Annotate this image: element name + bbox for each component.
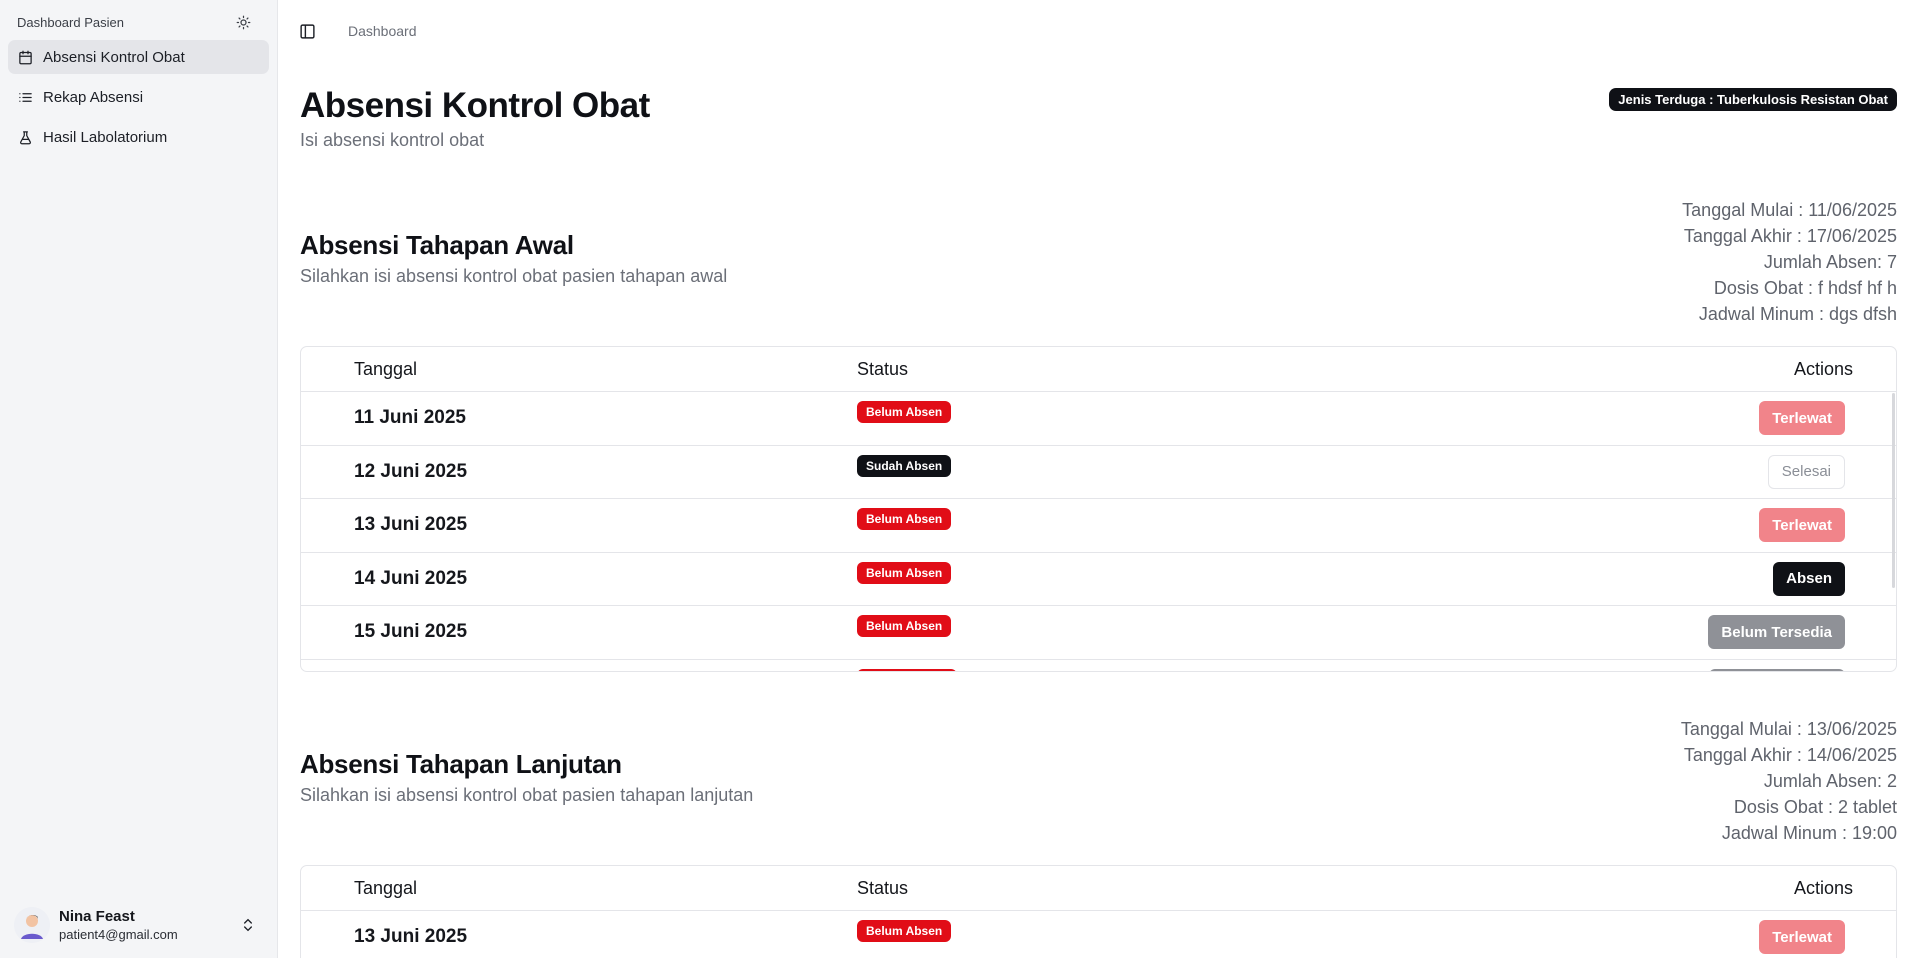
meta-schedule: Jadwal Minum : 19:00 xyxy=(1721,823,1897,843)
section-subtitle-awal: Silahkan isi absensi kontrol obat pasien… xyxy=(300,266,728,286)
topbar: Dashboard xyxy=(299,20,417,42)
sidebar-item-hasil-labolatorium[interactable]: Hasil Labolatorium xyxy=(8,120,269,154)
column-header-date: Tanggal xyxy=(354,359,418,379)
table-row: 15 Juni 2025 Belum Absen Belum Tersedia xyxy=(301,606,1896,660)
section-subtitle-lanjutan: Silahkan isi absensi kontrol obat pasien… xyxy=(300,785,754,805)
user-email: patient4@gmail.com xyxy=(59,926,178,942)
attendance-table-awal: Tanggal Status Actions 11 Juni 2025 Belu… xyxy=(300,346,1897,672)
attendance-table-lanjutan: Tanggal Status Actions 13 Juni 2025 Belu… xyxy=(300,865,1897,958)
sidebar-item-absensi-kontrol-obat[interactable]: Absensi Kontrol Obat xyxy=(8,40,269,74)
row-date: 15 Juni 2025 xyxy=(354,621,468,642)
meta-attendance-count: Jumlah Absen: 7 xyxy=(1763,252,1897,272)
calendar-icon xyxy=(17,49,33,65)
page-title: Absensi Kontrol Obat xyxy=(300,86,650,125)
page-subtitle: Isi absensi kontrol obat xyxy=(300,130,485,150)
missed-button[interactable]: Terlewat xyxy=(1759,920,1845,954)
table-body[interactable]: 11 Juni 2025 Belum Absen Terlewat 12 Jun… xyxy=(301,392,1896,671)
sidebar-item-label: Rekap Absensi xyxy=(43,88,144,106)
not-available-button[interactable] xyxy=(1709,668,1845,671)
table-scrollbar[interactable] xyxy=(1892,393,1895,588)
user-menu[interactable]: Nina Feast patient4@gmail.com xyxy=(14,905,264,945)
sun-icon[interactable] xyxy=(235,14,251,30)
status-badge: Belum Absen xyxy=(857,401,952,423)
meta-end-date: Tanggal Akhir : 17/06/2025 xyxy=(1683,226,1897,246)
meta-schedule: Jadwal Minum : dgs dfsh xyxy=(1698,304,1897,324)
table-row: 13 Juni 2025 Belum Absen Terlewat xyxy=(301,499,1896,553)
meta-dose: Dosis Obat : f hdsf hf h xyxy=(1713,278,1897,298)
status-badge: Belum Absen xyxy=(857,508,952,530)
sidebar-item-rekap-absensi[interactable]: Rekap Absensi xyxy=(8,80,269,114)
sidebar: Dashboard Pasien Absensi Kontrol Obat Re… xyxy=(0,0,278,958)
column-header-actions: Actions xyxy=(1793,878,1853,898)
section-meta-lanjutan: Tanggal Mulai : 13/06/2025 Tanggal Akhir… xyxy=(1681,716,1897,846)
sidebar-nav: Absensi Kontrol Obat Rekap Absensi Hasil… xyxy=(8,40,269,160)
sidebar-item-label: Hasil Labolatorium xyxy=(43,128,168,146)
list-icon xyxy=(17,89,33,105)
missed-button[interactable]: Terlewat xyxy=(1759,401,1845,435)
table-header: Tanggal Status Actions xyxy=(301,866,1896,911)
avatar xyxy=(14,907,50,943)
meta-dose: Dosis Obat : 2 tablet xyxy=(1733,797,1897,817)
not-available-button[interactable]: Belum Tersedia xyxy=(1708,615,1845,649)
table-row: 14 Juni 2025 Belum Absen Absen xyxy=(301,553,1896,606)
meta-attendance-count: Jumlah Absen: 2 xyxy=(1763,771,1897,791)
suspect-type-badge: Jenis Terduga : Tuberkulosis Resistan Ob… xyxy=(1609,88,1897,111)
meta-end-date: Tanggal Akhir : 14/06/2025 xyxy=(1683,745,1897,765)
column-header-status: Status xyxy=(857,878,909,898)
row-date: 14 Juni 2025 xyxy=(354,567,468,589)
app-name: Dashboard Pasien xyxy=(17,14,124,30)
section-title-awal: Absensi Tahapan Awal xyxy=(300,230,574,260)
status-badge xyxy=(857,668,957,671)
sidebar-item-label: Absensi Kontrol Obat xyxy=(43,48,185,66)
section-title-lanjutan: Absensi Tahapan Lanjutan xyxy=(300,749,622,779)
main-content: Dashboard Absensi Kontrol Obat Isi absen… xyxy=(279,0,1909,958)
done-button[interactable]: Selesai xyxy=(1767,454,1845,489)
breadcrumb[interactable]: Dashboard xyxy=(348,23,417,39)
status-badge: Sudah Absen xyxy=(857,454,952,477)
status-badge: Belum Absen xyxy=(857,615,952,637)
user-info: Nina Feast patient4@gmail.com xyxy=(59,908,178,943)
sidebar-header: Dashboard Pasien xyxy=(17,14,251,30)
column-header-actions: Actions xyxy=(1793,359,1853,379)
column-header-date: Tanggal xyxy=(354,878,418,898)
meta-start-date: Tanggal Mulai : 13/06/2025 xyxy=(1680,719,1897,739)
column-header-status: Status xyxy=(857,359,909,379)
user-name: Nina Feast xyxy=(59,907,135,925)
section-meta-awal: Tanggal Mulai : 11/06/2025 Tanggal Akhir… xyxy=(1682,197,1897,327)
check-in-button[interactable]: Absen xyxy=(1773,561,1845,596)
row-date: 13 Juni 2025 xyxy=(354,514,468,535)
row-date: 13 Juni 2025 xyxy=(354,926,468,947)
table-body[interactable]: 13 Juni 2025 Belum Absen Terlewat xyxy=(301,911,1896,958)
status-badge: Belum Absen xyxy=(857,561,952,584)
table-row xyxy=(301,660,1896,671)
table-row: 13 Juni 2025 Belum Absen Terlewat xyxy=(301,911,1896,958)
missed-button[interactable]: Terlewat xyxy=(1759,508,1845,542)
row-date: 12 Juni 2025 xyxy=(354,460,468,482)
meta-start-date: Tanggal Mulai : 11/06/2025 xyxy=(1682,200,1897,220)
table-header: Tanggal Status Actions xyxy=(301,347,1896,392)
chevrons-up-down-icon xyxy=(240,916,256,934)
sidebar-toggle-icon[interactable] xyxy=(299,22,317,40)
table-row: 11 Juni 2025 Belum Absen Terlewat xyxy=(301,392,1896,446)
table-row: 12 Juni 2025 Sudah Absen Selesai xyxy=(301,446,1896,499)
row-date: 11 Juni 2025 xyxy=(354,407,466,428)
flask-icon xyxy=(17,129,33,145)
status-badge: Belum Absen xyxy=(857,920,952,942)
